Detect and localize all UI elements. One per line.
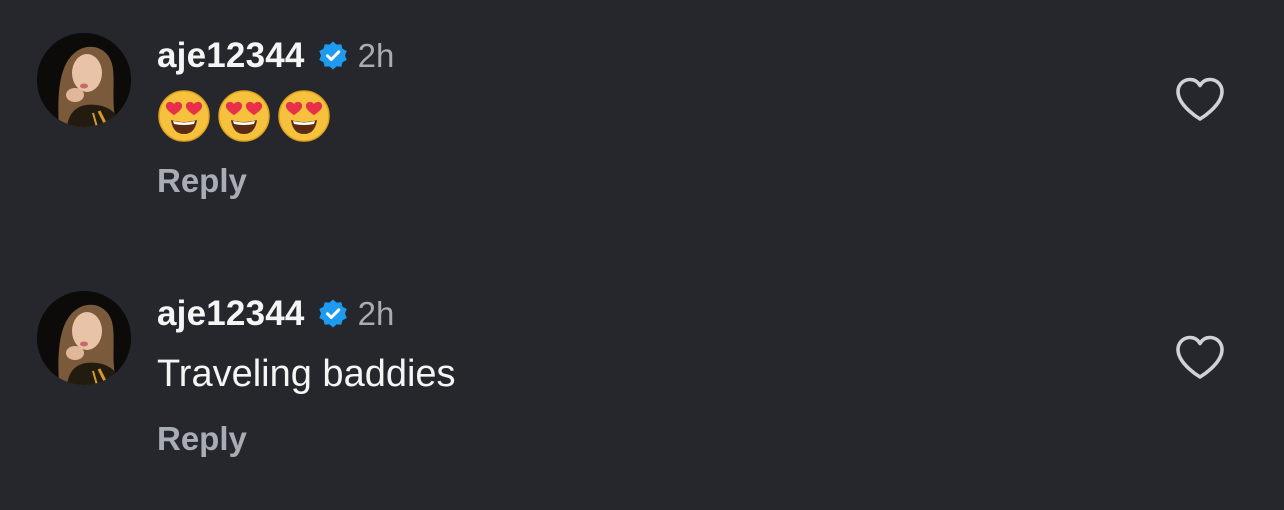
username[interactable]: aje12344 [157,294,305,334]
avatar[interactable] [37,291,131,385]
username[interactable]: aje12344 [157,36,305,76]
reply-button[interactable]: Reply [157,420,247,458]
heart-outline-icon[interactable] [1174,334,1226,382]
comment-header: aje12344 2h [157,34,394,78]
comment-item: aje12344 2h Reply [0,0,1284,250]
heart-eyes-emoji-icon [278,90,330,142]
comment-header: aje12344 2h [157,292,394,336]
verified-badge-icon [317,40,349,72]
heart-eyes-emoji-icon [158,90,210,142]
reply-button[interactable]: Reply [157,162,247,200]
avatar-image [37,33,131,127]
comment-item: aje12344 2h Traveling baddies Reply [0,258,1284,508]
comment-text: Traveling baddies [157,353,456,395]
timestamp: 2h [357,37,395,74]
comment-emojis [158,90,330,142]
verified-badge-icon [317,298,349,330]
avatar-image [37,291,131,385]
timestamp: 2h [357,295,395,332]
heart-eyes-emoji-icon [218,90,270,142]
heart-outline-icon[interactable] [1174,76,1226,124]
avatar[interactable] [37,33,131,127]
